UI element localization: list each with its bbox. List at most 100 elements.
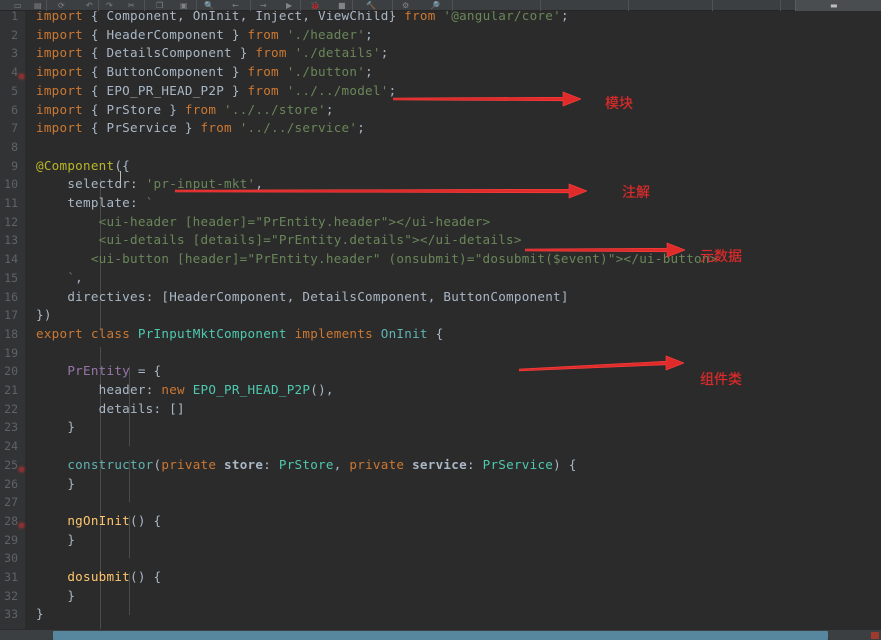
scrollbar-thumb[interactable] bbox=[52, 631, 829, 640]
open-icon[interactable]: ▭ bbox=[14, 1, 22, 10]
line-number: 8 bbox=[11, 139, 18, 154]
code-line[interactable]: } bbox=[36, 475, 75, 494]
code-line[interactable]: } bbox=[36, 605, 44, 624]
code-line[interactable]: <ui-button [header]="PrEntity.header" (o… bbox=[36, 250, 718, 269]
code-line[interactable] bbox=[36, 493, 44, 512]
line-number: 16 bbox=[4, 289, 18, 304]
code-line[interactable] bbox=[36, 138, 44, 157]
code-token: ; bbox=[380, 45, 389, 61]
annotation-module: 模块 bbox=[605, 96, 633, 112]
code-line[interactable]: import { DetailsComponent } from './deta… bbox=[36, 44, 389, 63]
code-token: { DetailsComponent } bbox=[83, 45, 256, 61]
code-token: } bbox=[36, 606, 44, 622]
code-token: ` bbox=[145, 195, 154, 210]
code-line[interactable]: }) bbox=[36, 306, 52, 325]
code-line[interactable]: } bbox=[36, 587, 75, 606]
toolbar-separator bbox=[144, 0, 145, 11]
code-line[interactable]: import { PrService } from '../../service… bbox=[36, 119, 365, 138]
code-line[interactable]: export class PrInputMktComponent impleme… bbox=[36, 325, 443, 344]
code-line[interactable]: } bbox=[36, 531, 75, 550]
line-number: 10 bbox=[4, 177, 18, 192]
code-token: details bbox=[36, 400, 154, 416]
copy-icon[interactable]: ❐ bbox=[156, 1, 163, 10]
code-content[interactable]: import { Component, OnInit, Inject, View… bbox=[24, 11, 881, 629]
code-token: '../../service' bbox=[239, 120, 358, 136]
settings-icon[interactable]: ⚙ bbox=[402, 1, 409, 10]
code-line[interactable]: details: [] bbox=[36, 400, 185, 419]
code-editor[interactable]: 1 2 3 4 5 6 7 8 9 10 11 12 13 14 15 16 17 18 19 20 21 22 23 24 2… bbox=[0, 11, 881, 629]
error-stripe-marker[interactable] bbox=[871, 632, 879, 639]
code-token: './button' bbox=[286, 64, 366, 80]
line-number: 22 bbox=[4, 401, 18, 416]
code-token: directives bbox=[36, 288, 146, 304]
code-token: from bbox=[404, 11, 436, 23]
code-line[interactable]: ngOnInit() { bbox=[36, 512, 161, 531]
toolbar-right-panel[interactable]: ▬ bbox=[795, 0, 881, 11]
code-token: from bbox=[247, 26, 279, 42]
run-icon[interactable]: ▶ bbox=[286, 1, 292, 10]
line-number: 4 bbox=[11, 65, 18, 80]
stop-icon[interactable]: ■ bbox=[338, 1, 346, 10]
code-token: import bbox=[36, 26, 84, 42]
code-token: header bbox=[36, 382, 146, 397]
debug-icon[interactable]: 🐞 bbox=[310, 1, 320, 10]
code-line[interactable]: import { HeaderComponent } from './heade… bbox=[36, 26, 373, 45]
code-token: } bbox=[36, 419, 76, 435]
code-line[interactable] bbox=[36, 549, 44, 568]
code-line[interactable]: import { Component, OnInit, Inject, View… bbox=[36, 11, 569, 26]
sync-icon[interactable]: ⟳ bbox=[58, 1, 65, 10]
build-icon[interactable]: 🔨 bbox=[366, 1, 376, 10]
code-token: from bbox=[255, 45, 287, 61]
code-line[interactable]: import { EPO_PR_HEAD_P2P } from '../../m… bbox=[36, 82, 396, 101]
line-number: 18 bbox=[4, 326, 18, 341]
line-number-gutter[interactable]: 1 2 3 4 5 6 7 8 9 10 11 12 13 14 15 16 17 18 19 20 21 22 23 24 2… bbox=[0, 11, 25, 629]
code-line[interactable]: import { PrStore } from '../../store'; bbox=[36, 101, 334, 120]
code-token: ({ bbox=[114, 157, 131, 173]
code-token: : bbox=[130, 195, 146, 210]
search-everywhere-icon[interactable]: 🔎 bbox=[430, 1, 440, 10]
code-token: { bbox=[83, 11, 107, 23]
code-line[interactable]: <ui-details [details]="PrEntity.details"… bbox=[36, 231, 522, 250]
code-line[interactable] bbox=[36, 344, 44, 363]
code-line[interactable]: <ui-header [header]="PrEntity.header"></… bbox=[36, 213, 490, 232]
back-icon[interactable]: ← bbox=[232, 1, 239, 10]
code-line[interactable]: constructor(private store: PrStore, priv… bbox=[36, 456, 577, 475]
minimize-icon[interactable]: ▬ bbox=[830, 1, 838, 10]
code-line[interactable]: import { ButtonComponent } from './butto… bbox=[36, 63, 373, 82]
undo-icon[interactable]: ↶ bbox=[86, 1, 93, 10]
code-token: , bbox=[75, 269, 84, 285]
code-token: PrStore bbox=[278, 456, 334, 472]
code-token: } bbox=[36, 531, 76, 547]
code-token: } bbox=[36, 587, 76, 603]
code-line[interactable] bbox=[36, 437, 44, 456]
code-token: ) { bbox=[553, 456, 577, 472]
cut-icon[interactable]: ✂ bbox=[128, 1, 135, 10]
save-icon[interactable]: ▤ bbox=[34, 1, 42, 10]
line-number: 15 bbox=[4, 270, 18, 285]
code-token: ; bbox=[365, 64, 373, 80]
line-number: 33 bbox=[4, 607, 18, 622]
paste-icon[interactable]: ▣ bbox=[180, 1, 188, 10]
code-line[interactable]: `, bbox=[36, 269, 83, 288]
find-icon[interactable]: 🔍 bbox=[204, 1, 214, 10]
code-line[interactable]: dosubmit() { bbox=[36, 568, 161, 587]
redo-icon[interactable]: ↷ bbox=[106, 1, 113, 10]
code-line[interactable]: directives: [HeaderComponent, DetailsCom… bbox=[36, 288, 569, 307]
line-number: 27 bbox=[4, 495, 18, 510]
code-line[interactable]: } bbox=[36, 418, 75, 437]
code-line[interactable]: template: ` bbox=[36, 194, 154, 213]
code-token: private bbox=[161, 456, 217, 472]
line-number: 6 bbox=[11, 102, 18, 117]
code-line[interactable]: header: new EPO_PR_HEAD_P2P(), bbox=[36, 381, 334, 400]
code-token: from bbox=[200, 120, 232, 136]
forward-icon[interactable]: → bbox=[260, 1, 267, 10]
line-number: 5 bbox=[11, 83, 18, 98]
code-line[interactable]: selector: 'pr-input-mkt', bbox=[36, 175, 263, 194]
horizontal-scrollbar[interactable] bbox=[0, 629, 881, 640]
code-line[interactable]: PrEntity = { bbox=[36, 362, 161, 381]
code-line[interactable]: @Component({ bbox=[36, 157, 130, 176]
